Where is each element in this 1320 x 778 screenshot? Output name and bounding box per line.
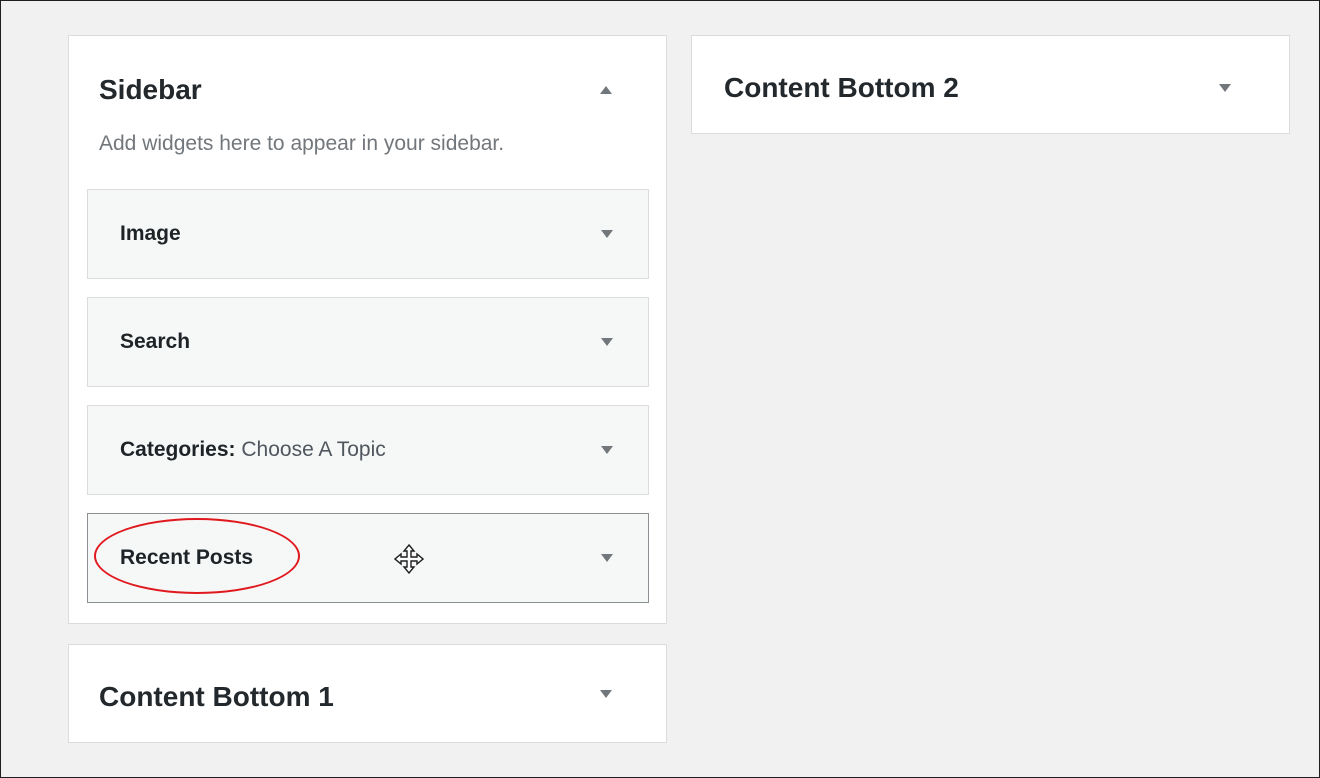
expand-arrow-icon[interactable]	[1219, 84, 1231, 92]
expand-arrow-icon[interactable]	[601, 446, 613, 454]
widget-title: Image	[120, 222, 181, 245]
content-bottom-2-title: Content Bottom 2	[724, 72, 959, 103]
widget-title: Categories: Choose A Topic	[120, 438, 386, 462]
widget-type-label: Categories:	[120, 438, 236, 461]
sidebar-area-title[interactable]: Sidebar	[99, 74, 202, 106]
move-cursor-icon	[394, 544, 424, 574]
widgets-screen: Sidebar Add widgets here to appear in yo…	[0, 0, 1320, 778]
content-bottom-1-area[interactable]: Content Bottom 1	[68, 644, 667, 743]
content-bottom-1-title: Content Bottom 1	[99, 681, 334, 712]
widget-recent-posts[interactable]: Recent Posts	[87, 513, 649, 603]
expand-arrow-icon[interactable]	[601, 554, 613, 562]
sidebar-widget-area: Sidebar Add widgets here to appear in yo…	[68, 35, 667, 624]
sidebar-area-description: Add widgets here to appear in your sideb…	[99, 132, 505, 155]
collapse-arrow-icon[interactable]	[600, 86, 612, 94]
expand-arrow-icon[interactable]	[601, 338, 613, 346]
widget-image[interactable]: Image	[87, 189, 649, 279]
expand-arrow-icon[interactable]	[601, 230, 613, 238]
expand-arrow-icon[interactable]	[600, 690, 612, 698]
widget-search[interactable]: Search	[87, 297, 649, 387]
widget-title: Search	[120, 330, 191, 353]
widget-title: Recent Posts	[120, 546, 254, 569]
widget-categories[interactable]: Categories: Choose A Topic	[87, 405, 649, 495]
content-bottom-2-area[interactable]: Content Bottom 2	[691, 35, 1290, 134]
widget-instance-title: Choose A Topic	[241, 438, 386, 461]
